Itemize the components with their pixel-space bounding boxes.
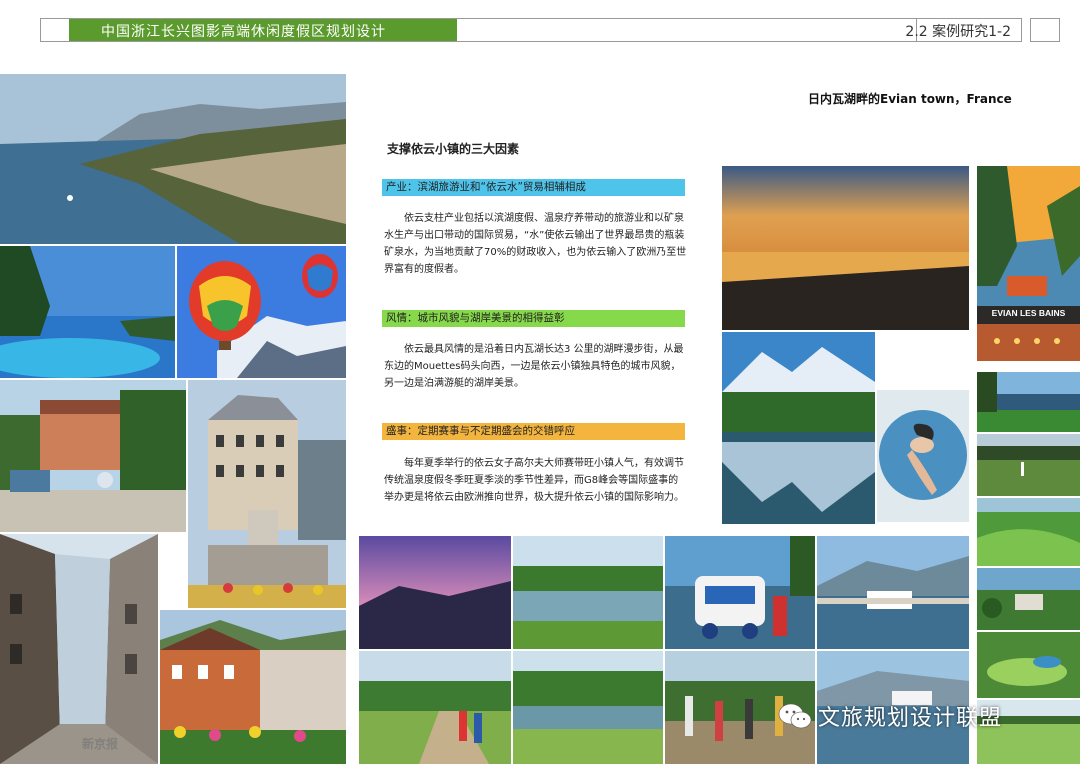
- photo-river-reeds: [513, 651, 663, 764]
- photo-golfer: [977, 434, 1080, 496]
- section-tag-events: 盛事：定期赛事与不定期盛会的交错呼应: [382, 423, 685, 440]
- photo-hikers-path: [359, 651, 511, 764]
- photo-golf-mansion: [977, 568, 1080, 630]
- photo-hotel-fountain: [188, 380, 346, 608]
- poster-caption: EVIAN LES BAINS: [991, 308, 1066, 318]
- wechat-icon: [778, 703, 812, 729]
- photo-evian-poster: EVIAN LES BAINS: [977, 166, 1080, 361]
- photo-chalet-flowers: [160, 610, 346, 764]
- section-tag-industry: 产业：滨湖旅游业和“依云水”贸易相辅相成: [382, 179, 685, 196]
- section-tag-scenery: 风情：城市风貌与湖岸美景的相得益彰: [382, 310, 685, 327]
- article-title: 支撑依云小镇的三大因素: [387, 142, 520, 156]
- photo-tourist-train: [665, 536, 815, 649]
- section-text-industry: 依云支柱产业包括以滨湖度假、温泉疗养带动的旅游业和以矿泉水生产与出口带动的国际贸…: [384, 213, 687, 275]
- header-bar: 中国浙江长兴图影高端休闲度假区规划设计 2.2 案例研究1-2: [40, 18, 1022, 42]
- photo-golf-course: [977, 498, 1080, 566]
- photo-golf-lake: [977, 372, 1080, 432]
- photo-hot-air-balloons: [177, 246, 346, 378]
- photo-mountain-reflection: [722, 332, 875, 524]
- header-corner-box: [1030, 18, 1060, 42]
- photo-golf-green: [977, 632, 1080, 698]
- photo-town-square: [0, 380, 186, 532]
- photo-swimmer: [877, 390, 969, 522]
- location-caption: 日内瓦湖畔的Evian town，France: [808, 92, 1012, 106]
- photo-dusk-mountains: [359, 536, 511, 649]
- header-title: 中国浙江长兴图影高端休闲度假区规划设计: [101, 24, 386, 40]
- photo-wetland-reeds: [513, 536, 663, 649]
- photo-lake-sunset: [722, 166, 969, 330]
- photo-narrow-street: [0, 534, 158, 764]
- section-text-scenery: 依云最具风情的是沿着日内瓦湖长达3 公里的湖畔漫步街，从最东边的Mouettes…: [384, 344, 684, 389]
- photo-watermark-stamp: 新京报: [82, 737, 119, 751]
- photo-harbor-boat: [817, 536, 969, 649]
- header-section: 2.2 案例研究1-2: [905, 24, 1011, 40]
- watermark-text: 文旅规划设计联盟: [818, 706, 1003, 731]
- section-text-events: 每年夏季举行的依云女子高尔夫大师赛带旺小镇人气，有效调节传统温泉度假冬季旺夏季淡…: [384, 458, 684, 503]
- watermark: 文旅规划设计联盟: [778, 700, 1002, 732]
- photo-lakeside-town-aerial: [0, 74, 346, 244]
- photo-infinity-pool: [0, 246, 175, 378]
